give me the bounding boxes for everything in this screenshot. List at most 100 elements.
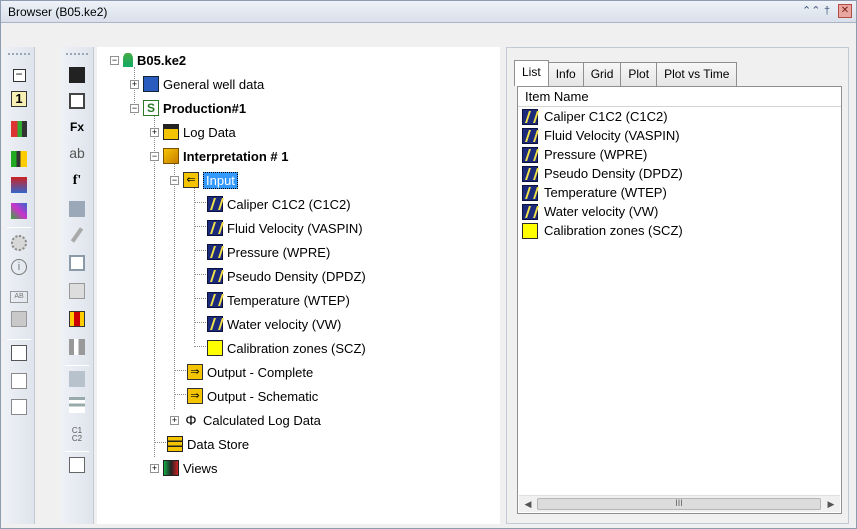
list-item[interactable]: Pressure (WPRE) bbox=[518, 145, 841, 164]
collapse-button[interactable]: − bbox=[9, 65, 29, 85]
curve-icon bbox=[207, 292, 223, 308]
list-item[interactable]: Caliper C1C2 (C1C2) bbox=[518, 107, 841, 126]
curve-icon bbox=[522, 127, 538, 144]
scroll-thumb[interactable]: III bbox=[537, 498, 821, 510]
tree-item-fluid-velocity[interactable]: Fluid Velocity (VASPIN) bbox=[207, 219, 363, 237]
tree-item-log-data[interactable]: Log Data bbox=[163, 123, 236, 141]
c1c2-button[interactable]: C1 C2 bbox=[67, 425, 87, 445]
expand-logdata-toggle[interactable]: + bbox=[150, 128, 159, 137]
toolbar-grip-2[interactable] bbox=[66, 53, 88, 57]
auto-hide-button[interactable]: ⌃⌃ bbox=[802, 4, 820, 18]
tree-item-caliper[interactable]: Caliper C1C2 (C1C2) bbox=[207, 195, 351, 213]
close-button[interactable]: ✕ bbox=[838, 4, 852, 18]
window-icon[interactable] bbox=[67, 253, 87, 273]
toolbar-grip[interactable] bbox=[8, 53, 30, 57]
calculator-icon[interactable] bbox=[9, 343, 29, 363]
tree-item-water-velocity[interactable]: Water velocity (VW) bbox=[207, 315, 341, 333]
list-item[interactable]: Temperature (WTEP) bbox=[518, 183, 841, 202]
tree-item-data-store[interactable]: Data Store bbox=[167, 435, 249, 453]
list-item-label: Pressure (WPRE) bbox=[544, 147, 648, 162]
collapse-input-toggle[interactable]: − bbox=[170, 176, 179, 185]
tab-plot[interactable]: Plot bbox=[620, 62, 658, 86]
curve-icon bbox=[522, 184, 538, 201]
tree-item-label: Fluid Velocity (VASPIN) bbox=[227, 220, 363, 236]
collapse-production-toggle[interactable]: − bbox=[130, 104, 139, 113]
expand-general-toggle[interactable]: + bbox=[130, 80, 139, 89]
color-fill-icon[interactable] bbox=[9, 175, 29, 195]
calculator-button[interactable] bbox=[67, 91, 87, 111]
expand-calculated-toggle[interactable]: + bbox=[170, 416, 179, 425]
edit-lines-icon[interactable] bbox=[67, 395, 87, 415]
tree-item-output-complete[interactable]: ⇒ Output - Complete bbox=[187, 363, 313, 381]
output-folder-icon: ⇒ bbox=[187, 388, 203, 404]
expand-views-toggle[interactable]: + bbox=[150, 464, 159, 473]
tree-item-output-schematic[interactable]: ⇒ Output - Schematic bbox=[187, 387, 318, 405]
scroll-right-icon[interactable]: ▶ bbox=[825, 498, 837, 510]
tree-item-pressure[interactable]: Pressure (WPRE) bbox=[207, 243, 330, 261]
collapse-interpretation-toggle[interactable]: − bbox=[150, 152, 159, 161]
horizontal-scrollbar[interactable]: ◀ III ▶ bbox=[519, 495, 840, 512]
list-item-label: Pseudo Density (DPDZ) bbox=[544, 166, 683, 181]
column-header-item-name[interactable]: Item Name bbox=[518, 87, 841, 107]
multi-track-icon[interactable] bbox=[9, 149, 29, 169]
function-button[interactable]: f' bbox=[67, 171, 87, 191]
tree-view[interactable]: − B05.ke2 + General well data − S Produc… bbox=[97, 47, 500, 524]
tree-item-calibration-zones[interactable]: Calibration zones (SCZ) bbox=[207, 339, 366, 357]
tree-item-log-data-label: Log Data bbox=[183, 124, 236, 140]
chart-icon[interactable] bbox=[67, 455, 87, 475]
tree-item-views[interactable]: Views bbox=[163, 459, 217, 477]
formula-button[interactable]: Fx bbox=[67, 117, 87, 137]
zone-map-icon[interactable] bbox=[9, 201, 29, 221]
columns-icon[interactable] bbox=[67, 337, 87, 357]
tab-list[interactable]: List bbox=[514, 60, 549, 86]
tree-item-production[interactable]: S Production#1 bbox=[143, 99, 246, 117]
item-list[interactable]: Item Name Caliper C1C2 (C1C2) Fluid Velo… bbox=[517, 86, 842, 514]
well-icon[interactable]: 1 bbox=[9, 89, 29, 109]
zoom-icon[interactable] bbox=[67, 369, 87, 389]
tree-item-data-store-label: Data Store bbox=[187, 436, 250, 452]
c1c2-label: C1 C2 bbox=[71, 426, 83, 443]
curve-icon bbox=[207, 196, 223, 212]
tree-item-interpretation[interactable]: Interpretation # 1 bbox=[163, 147, 288, 165]
list-item[interactable]: Pseudo Density (DPDZ) bbox=[518, 164, 841, 183]
sun-icon[interactable] bbox=[9, 233, 29, 253]
ab-box-label: AB bbox=[10, 291, 28, 303]
pencil-icon[interactable] bbox=[67, 225, 87, 245]
list-item[interactable]: Calibration zones (SCZ) bbox=[518, 221, 841, 240]
tree-item-input[interactable]: ⇐ Input bbox=[183, 171, 238, 189]
text-button[interactable]: ab bbox=[67, 143, 87, 163]
text-box-button[interactable]: AB bbox=[9, 287, 29, 307]
tab-info[interactable]: Info bbox=[547, 62, 584, 86]
tree-item-label: Pseudo Density (DPDZ) bbox=[227, 268, 366, 284]
tree-root[interactable]: B05.ke2 bbox=[123, 51, 186, 69]
tab-grid[interactable]: Grid bbox=[582, 62, 622, 86]
info-icon[interactable]: i bbox=[9, 257, 29, 277]
export-icon[interactable] bbox=[9, 397, 29, 417]
scroll-left-icon[interactable]: ◀ bbox=[522, 498, 534, 510]
list-item[interactable]: Water velocity (VW) bbox=[518, 202, 841, 221]
tree-item-pseudo-density[interactable]: Pseudo Density (DPDZ) bbox=[207, 267, 366, 285]
table-icon[interactable] bbox=[9, 371, 29, 391]
well-root-icon bbox=[123, 53, 133, 67]
tree-item-calculated[interactable]: Φ Calculated Log Data bbox=[183, 411, 320, 429]
list-item[interactable]: Fluid Velocity (VASPIN) bbox=[518, 126, 841, 145]
tree-item-general[interactable]: General well data bbox=[143, 75, 264, 93]
tab-strip: List Info Grid Plot Plot vs Time bbox=[514, 60, 738, 86]
paste-icon[interactable] bbox=[9, 309, 29, 329]
input-folder-icon: ⇐ bbox=[183, 172, 199, 188]
tree-root-label: B05.ke2 bbox=[137, 52, 187, 68]
tab-plot-vs-time[interactable]: Plot vs Time bbox=[656, 62, 738, 86]
window-title: Browser (B05.ke2) bbox=[8, 5, 108, 19]
tree-item-label: Calibration zones (SCZ) bbox=[227, 340, 366, 356]
log-track-icon[interactable] bbox=[9, 119, 29, 139]
keyboard-icon[interactable] bbox=[67, 281, 87, 301]
red-arrow-icon[interactable] bbox=[67, 65, 87, 85]
toolbar-right: Fx ab f' C1 C2 bbox=[61, 47, 94, 524]
tree-item-label: Temperature (WTEP) bbox=[227, 292, 350, 308]
tree-item-temperature[interactable]: Temperature (WTEP) bbox=[207, 291, 350, 309]
collapse-root-toggle[interactable]: − bbox=[110, 56, 119, 65]
split-track-icon[interactable] bbox=[67, 309, 87, 329]
data-store-icon bbox=[167, 436, 183, 452]
grid-edit-icon[interactable] bbox=[67, 199, 87, 219]
pin-icon[interactable]: † bbox=[820, 4, 834, 18]
